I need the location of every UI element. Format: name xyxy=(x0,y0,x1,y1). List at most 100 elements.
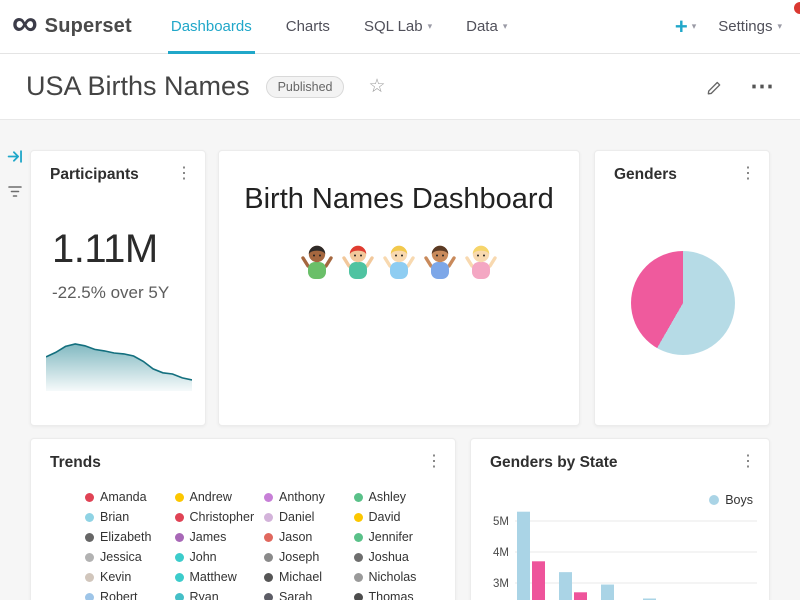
brand-name: Superset xyxy=(45,15,132,38)
legend-item-jessica[interactable]: Jessica xyxy=(85,551,175,564)
card-genders-by-state: Genders by State ⋮ Boys 5M 4M 3M xyxy=(470,438,770,600)
legend-item-daniel[interactable]: Daniel xyxy=(264,511,354,524)
legend-item-matthew[interactable]: Matthew xyxy=(175,571,265,584)
bar[interactable] xyxy=(559,572,572,600)
legend-dot xyxy=(264,493,273,502)
main-nav: Dashboards Charts SQL Lab ▾ Data▾ xyxy=(154,0,524,53)
card-menu-kebab-icon[interactable]: ⋮ xyxy=(740,166,756,182)
expand-filters-icon[interactable] xyxy=(7,148,24,170)
card-menu-kebab-icon[interactable]: ⋮ xyxy=(176,166,192,182)
chevron-down-icon: ▾ xyxy=(692,21,697,32)
genders-by-state-bar-chart[interactable]: 5M 4M 3M xyxy=(479,507,763,600)
big-number-subheader: -22.5% over 5Y xyxy=(52,283,169,303)
card-title: Genders by State xyxy=(490,454,618,472)
legend-item-andrew[interactable]: Andrew xyxy=(175,491,265,504)
participants-trend-sparkline xyxy=(46,339,192,391)
legend-dot xyxy=(264,593,273,600)
settings-menu[interactable]: Settings ▾ xyxy=(718,18,782,35)
svg-text:4M: 4M xyxy=(493,547,509,559)
legend-item-ryan[interactable]: Ryan xyxy=(175,591,265,600)
legend-item-christopher[interactable]: Christopher xyxy=(175,511,265,524)
legend-dot xyxy=(175,593,184,600)
big-number-value: 1.11M xyxy=(52,227,158,272)
legend-item-sarah[interactable]: Sarah xyxy=(264,591,354,600)
legend-dot xyxy=(175,493,184,502)
legend-item-brian[interactable]: Brian xyxy=(85,511,175,524)
legend-item-jason[interactable]: Jason xyxy=(264,531,354,544)
genders-pie-chart[interactable] xyxy=(631,251,735,355)
child-figure xyxy=(299,242,335,282)
chevron-down-icon: ▾ xyxy=(777,21,782,32)
header-actions: ⋯ xyxy=(706,78,774,96)
more-options-icon[interactable]: ⋯ xyxy=(750,81,774,93)
legend-item-nicholas[interactable]: Nicholas xyxy=(354,571,444,584)
published-badge[interactable]: Published xyxy=(266,76,345,98)
child-figure xyxy=(463,242,499,282)
legend-dot xyxy=(85,593,94,600)
filter-icon[interactable] xyxy=(7,184,23,204)
legend-dot xyxy=(354,553,363,562)
nav-tab-charts[interactable]: Charts xyxy=(269,0,347,53)
svg-text:5M: 5M xyxy=(493,516,509,528)
card-participants: Participants ⋮ 1.11M -22.5% over 5Y xyxy=(30,150,206,426)
child-figure xyxy=(381,242,417,282)
navbar: ∞ Superset Dashboards Charts SQL Lab ▾ Da… xyxy=(0,0,800,54)
new-item-button[interactable]: + ▾ xyxy=(675,16,696,38)
bar[interactable] xyxy=(517,512,530,600)
settings-label: Settings xyxy=(718,18,772,35)
svg-text:3M: 3M xyxy=(493,578,509,590)
nav-tab-dashboards[interactable]: Dashboards xyxy=(154,0,269,53)
card-markdown: Birth Names Dashboard xyxy=(218,150,580,426)
bar[interactable] xyxy=(601,585,614,600)
legend-dot xyxy=(175,573,184,582)
legend-item-joshua[interactable]: Joshua xyxy=(354,551,444,564)
legend-item-david[interactable]: David xyxy=(354,511,444,524)
card-title: Participants xyxy=(50,166,139,184)
child-figure xyxy=(340,242,376,282)
legend-item-boys[interactable]: Boys xyxy=(709,493,753,507)
legend-item-john[interactable]: John xyxy=(175,551,265,564)
chevron-down-icon: ▾ xyxy=(428,21,433,32)
nav-tab-sql-lab[interactable]: SQL Lab ▾ xyxy=(347,0,449,53)
card-menu-kebab-icon[interactable]: ⋮ xyxy=(740,454,756,470)
navbar-right: + ▾ Settings ▾ xyxy=(675,16,800,38)
legend-dot xyxy=(354,593,363,600)
brand[interactable]: ∞ Superset xyxy=(0,15,146,38)
dashboard-title: USA Births Names xyxy=(26,71,250,102)
legend-dot xyxy=(354,573,363,582)
legend-item-thomas[interactable]: Thomas xyxy=(354,591,444,600)
card-menu-kebab-icon[interactable]: ⋮ xyxy=(426,454,442,470)
nav-label: Dashboards xyxy=(171,18,252,35)
legend-item-ashley[interactable]: Ashley xyxy=(354,491,444,504)
legend-dot xyxy=(354,513,363,522)
legend-item-james[interactable]: James xyxy=(175,531,265,544)
filter-rail xyxy=(0,148,30,204)
legend-dot xyxy=(85,553,94,562)
bar[interactable] xyxy=(574,592,587,600)
legend-item-amanda[interactable]: Amanda xyxy=(85,491,175,504)
legend-dot xyxy=(175,533,184,542)
nav-tab-data[interactable]: Data▾ xyxy=(449,0,524,53)
legend-dot xyxy=(85,573,94,582)
legend-dot xyxy=(264,553,273,562)
card-header: Genders by State ⋮ xyxy=(471,439,769,472)
legend-dot xyxy=(264,533,273,542)
favorite-star-icon[interactable]: ☆ xyxy=(368,75,385,98)
legend-item-kevin[interactable]: Kevin xyxy=(85,571,175,584)
legend-item-elizabeth[interactable]: Elizabeth xyxy=(85,531,175,544)
legend-dot xyxy=(85,493,94,502)
card-title: Trends xyxy=(50,454,101,472)
legend-item-jennifer[interactable]: Jennifer xyxy=(354,531,444,544)
card-trends: Trends ⋮ AmandaAndrewAnthonyAshley BrianC… xyxy=(30,438,456,600)
legend-dot xyxy=(175,513,184,522)
children-illustration xyxy=(219,242,579,282)
bar[interactable] xyxy=(532,561,545,600)
legend-item-michael[interactable]: Michael xyxy=(264,571,354,584)
edit-dashboard-button[interactable] xyxy=(706,78,724,96)
card-genders: Genders ⋮ xyxy=(594,150,770,426)
nav-label: SQL Lab xyxy=(364,18,423,35)
child-figure xyxy=(422,242,458,282)
legend-item-robert[interactable]: Robert xyxy=(85,591,175,600)
legend-item-anthony[interactable]: Anthony xyxy=(264,491,354,504)
legend-item-joseph[interactable]: Joseph xyxy=(264,551,354,564)
